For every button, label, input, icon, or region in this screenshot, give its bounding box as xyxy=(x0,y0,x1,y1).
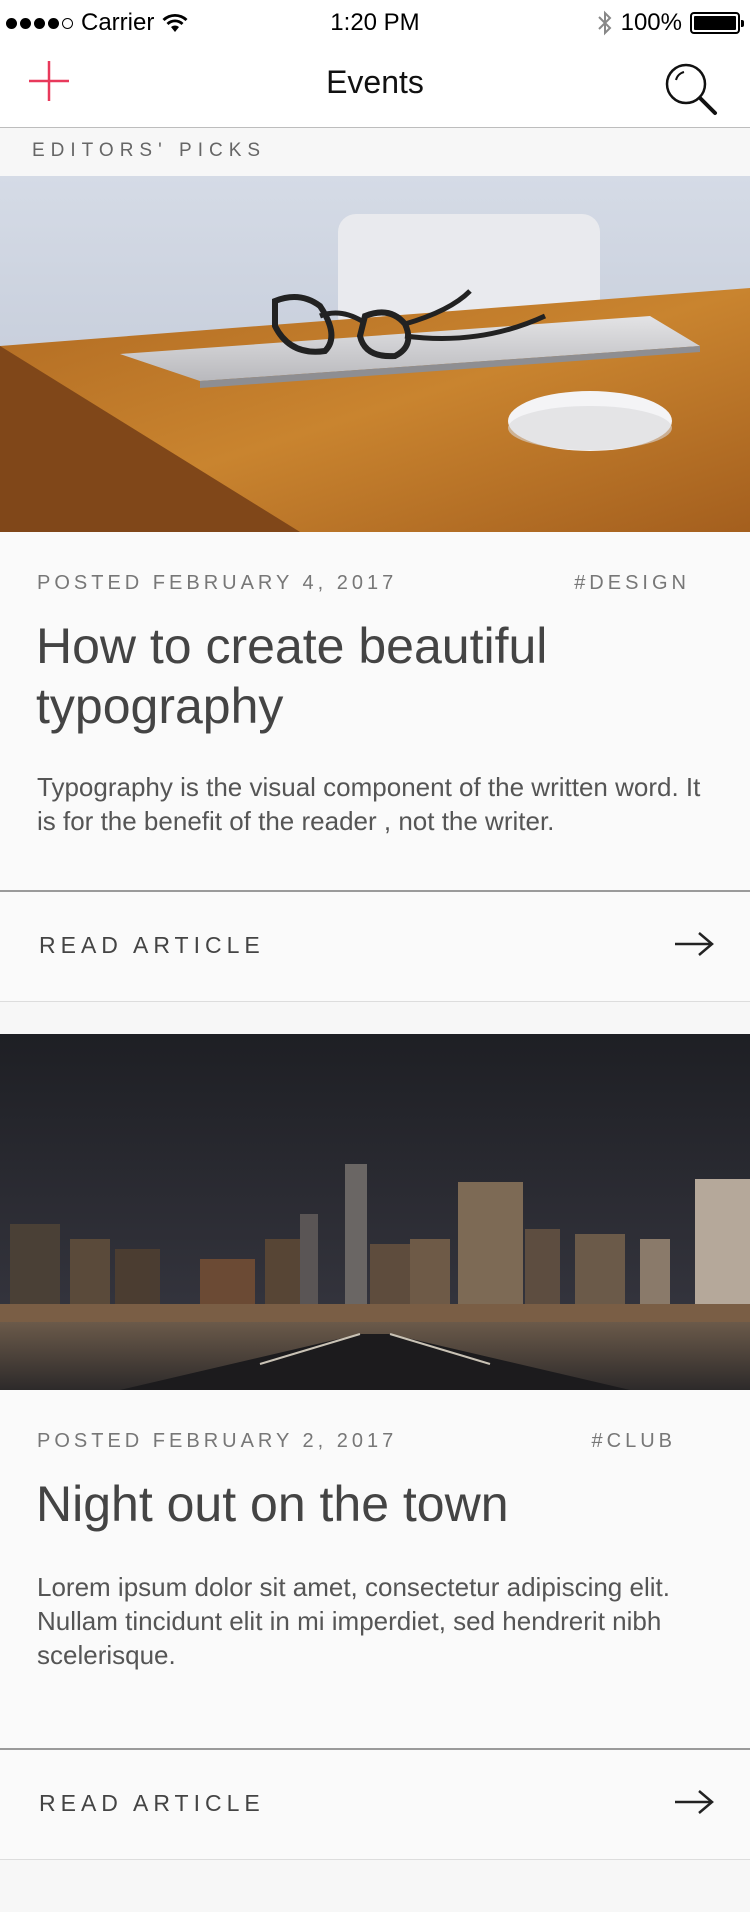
section-label: EDITORS' PICKS xyxy=(32,140,267,161)
article-meta: POSTED FEBRUARY 4, 2017 #DESIGN xyxy=(37,572,690,595)
search-icon[interactable] xyxy=(664,62,718,116)
battery-percent: 100% xyxy=(620,9,682,36)
article-excerpt: Lorem ipsum dolor sit amet, consectetur … xyxy=(37,1572,670,1670)
article-excerpt: Typography is the visual component of th… xyxy=(37,772,701,836)
page-title: Events xyxy=(326,64,424,100)
status-bar: Carrier 1:20 PM 100% xyxy=(0,0,750,44)
article-card: POSTED FEBRUARY 2, 2017 #CLUB Night out … xyxy=(0,1034,750,1860)
article-title[interactable]: Night out on the town xyxy=(36,1474,710,1534)
article-title[interactable]: How to create beautiful typography xyxy=(36,616,710,736)
article-tag[interactable]: #CLUB xyxy=(592,1430,676,1453)
read-article-label: READ ARTICLE xyxy=(39,932,265,958)
read-article-button[interactable]: READ ARTICLE xyxy=(0,892,750,1002)
bluetooth-icon xyxy=(597,10,612,36)
read-article-label: READ ARTICLE xyxy=(39,1790,265,1816)
arrow-right-icon xyxy=(675,1790,714,1814)
article-card: POSTED FEBRUARY 4, 2017 #DESIGN How to c… xyxy=(0,176,750,1002)
article-image-city[interactable] xyxy=(0,1034,750,1390)
article-image-desk[interactable] xyxy=(0,176,750,532)
article-tag[interactable]: #DESIGN xyxy=(574,572,690,595)
article-date: POSTED FEBRUARY 2, 2017 xyxy=(37,1430,398,1452)
battery-group: 100% xyxy=(597,9,744,37)
article-meta: POSTED FEBRUARY 2, 2017 #CLUB xyxy=(37,1430,690,1453)
nav-bar: Events xyxy=(0,44,750,128)
arrow-right-icon xyxy=(675,932,714,956)
battery-icon xyxy=(690,12,744,34)
article-date: POSTED FEBRUARY 4, 2017 xyxy=(37,572,398,594)
read-article-button[interactable]: READ ARTICLE xyxy=(0,1750,750,1860)
